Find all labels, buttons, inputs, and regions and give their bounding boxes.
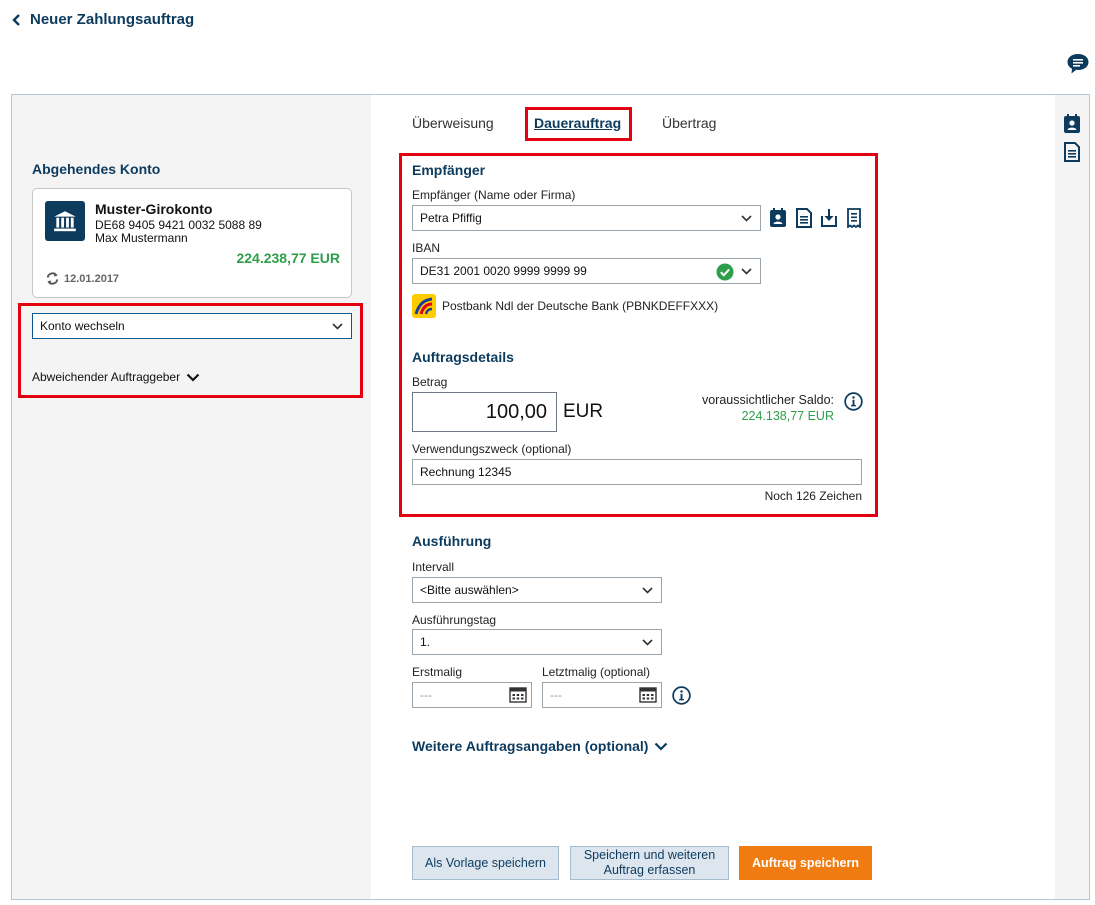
iban-value: DE31 2001 0020 9999 9999 99: [420, 264, 587, 278]
calendar-icon[interactable]: [639, 687, 657, 703]
iban-input[interactable]: DE31 2001 0020 9999 9999 99: [412, 258, 761, 284]
expected-balance-label: voraussichtlicher Saldo:: [701, 393, 834, 407]
address-book-icon[interactable]: [769, 208, 787, 228]
last-date-label: Letztmalig (optional): [542, 665, 651, 679]
execution-day-select[interactable]: 1.: [412, 629, 662, 655]
execution-day-label: Ausführungstag: [412, 613, 497, 627]
document-icon[interactable]: [1063, 142, 1081, 162]
first-date-label: Erstmalig: [412, 665, 463, 679]
outgoing-account-title: Abgehendes Konto: [32, 161, 161, 177]
first-date-input[interactable]: ---: [412, 682, 532, 708]
postbank-logo-icon: [412, 294, 436, 318]
chevron-down-icon: [741, 268, 752, 275]
chevron-down-icon: [642, 639, 653, 646]
last-date-input[interactable]: ---: [542, 682, 662, 708]
page-title: Neuer Zahlungsauftrag: [30, 11, 195, 28]
last-date-placeholder: ---: [550, 688, 562, 702]
account-name: Muster-Girokonto: [95, 201, 213, 217]
recipient-name-input[interactable]: Petra Pfiffig: [412, 205, 761, 231]
execution-title: Ausführung: [412, 533, 492, 549]
tab-uebertrag[interactable]: Übertrag: [662, 115, 716, 131]
first-date-placeholder: ---: [420, 688, 432, 702]
interval-select[interactable]: <Bitte auswählen>: [412, 577, 662, 603]
purpose-input[interactable]: Rechnung 12345: [412, 459, 862, 485]
save-and-new-button[interactable]: Speichern und weiteren Auftrag erfassen: [570, 846, 729, 880]
recipient-name-label: Empfänger (Name oder Firma): [412, 188, 576, 202]
account-updated-date: 12.01.2017: [64, 272, 120, 285]
expected-balance-value: 224.138,77 EUR: [741, 409, 834, 423]
purpose-value: Rechnung 12345: [420, 465, 512, 479]
right-toolbar: [1063, 114, 1081, 162]
account-updated: 12.01.2017: [45, 271, 119, 286]
remaining-characters: Noch 126 Zeichen: [764, 489, 862, 503]
refresh-icon[interactable]: [45, 271, 60, 286]
chevron-down-icon: [642, 587, 653, 594]
back-link[interactable]: Neuer Zahlungsauftrag: [12, 11, 194, 28]
execution-day-value: 1.: [420, 635, 431, 649]
highlight-box-tab: [525, 107, 632, 141]
download-icon[interactable]: [820, 208, 838, 228]
save-order-button[interactable]: Auftrag speichern: [739, 846, 872, 880]
interval-label: Intervall: [412, 560, 455, 574]
account-balance: 224.238,77 EUR: [236, 250, 340, 266]
chevron-down-icon: [655, 742, 668, 751]
highlight-box-account: [18, 303, 363, 398]
receipt-icon[interactable]: [845, 208, 863, 228]
check-circle-icon: [716, 263, 734, 281]
bank-name: Postbank Ndl der Deutsche Bank (PBNKDEFF…: [442, 299, 719, 313]
contact-book-icon[interactable]: [1063, 114, 1081, 134]
save-template-button[interactable]: Als Vorlage speichern: [412, 846, 559, 880]
chevron-down-icon: [741, 215, 752, 222]
info-icon[interactable]: [672, 686, 691, 705]
iban-label: IBAN: [412, 241, 441, 255]
calendar-icon[interactable]: [509, 687, 527, 703]
recipient-title: Empfänger: [412, 162, 486, 178]
amount-label: Betrag: [412, 375, 448, 389]
account-holder: Max Mustermann: [95, 231, 188, 245]
order-details-title: Auftragsdetails: [412, 349, 514, 365]
interval-value: <Bitte auswählen>: [420, 583, 519, 597]
info-icon[interactable]: [844, 392, 863, 411]
amount-input[interactable]: 100,00: [412, 392, 557, 432]
amount-currency: EUR: [563, 401, 604, 422]
more-details-toggle[interactable]: Weitere Auftragsangaben (optional): [412, 738, 668, 754]
chat-icon[interactable]: [1066, 52, 1090, 76]
template-document-icon[interactable]: [795, 208, 813, 228]
more-details-label: Weitere Auftragsangaben (optional): [412, 738, 649, 754]
bank-building-icon: [45, 201, 85, 241]
tab-ueberweisung[interactable]: Überweisung: [412, 115, 494, 131]
chevron-left-icon: [12, 13, 20, 26]
recipient-name-value: Petra Pfiffig: [420, 211, 482, 225]
account-iban: DE68 9405 9421 0032 5088 89: [95, 218, 262, 232]
account-card: Muster-Girokonto DE68 9405 9421 0032 508…: [32, 188, 352, 298]
purpose-label: Verwendungszweck (optional): [412, 442, 572, 456]
bank-info: Postbank Ndl der Deutsche Bank (PBNKDEFF…: [412, 294, 718, 318]
